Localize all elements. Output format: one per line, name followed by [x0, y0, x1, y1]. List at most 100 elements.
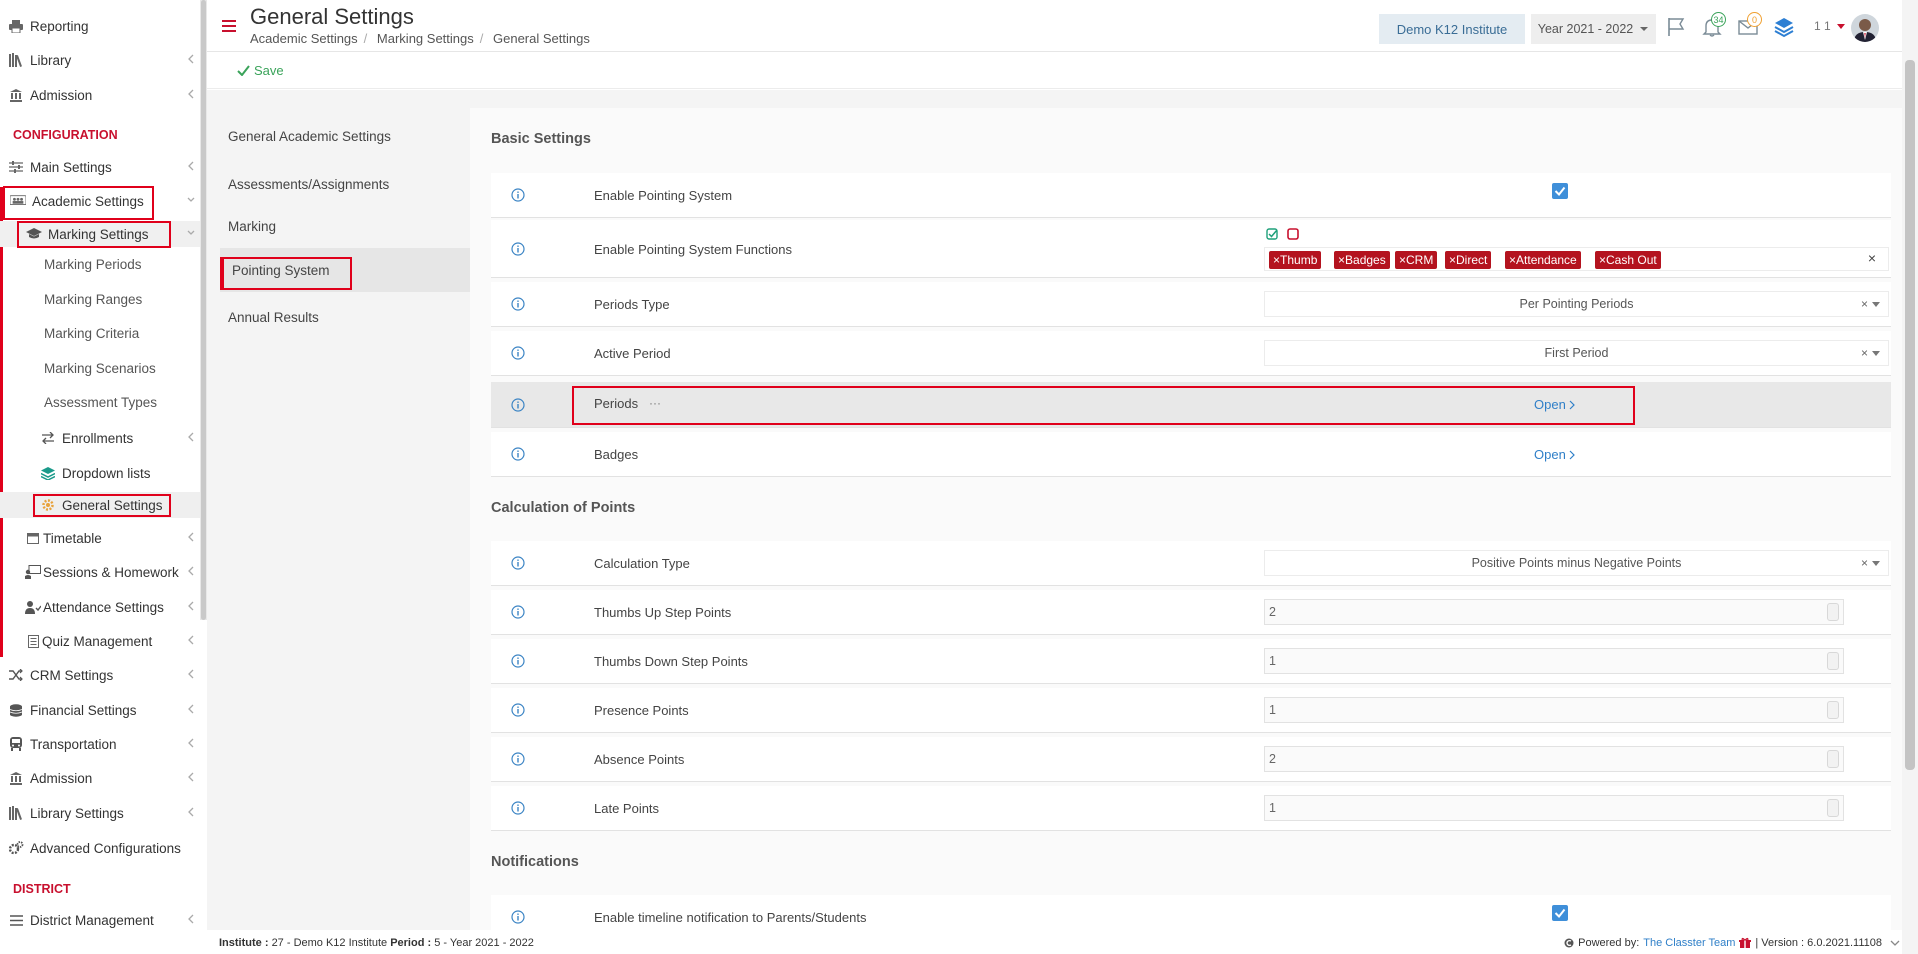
- setting-label: Calculation Type: [594, 556, 690, 571]
- sidebar-item-admission[interactable]: Admission: [0, 82, 200, 108]
- info-icon[interactable]: [511, 605, 525, 619]
- info-icon[interactable]: [511, 188, 525, 202]
- page-scrollbar-thumb[interactable]: [1905, 60, 1915, 770]
- info-icon[interactable]: [511, 297, 525, 311]
- row-active-period: Active Period First Period ×: [491, 331, 1891, 376]
- tag-direct[interactable]: ×Direct: [1445, 251, 1492, 269]
- tab-marking[interactable]: Marking: [220, 204, 470, 248]
- clear-icon[interactable]: ×: [1868, 250, 1876, 266]
- avatar[interactable]: [1851, 14, 1879, 42]
- tag-cash-out[interactable]: ×Cash Out: [1595, 251, 1661, 269]
- open-label: Open: [1534, 447, 1566, 462]
- sidebar-item-district-management[interactable]: District Management: [0, 907, 200, 933]
- clear-icon[interactable]: ×: [1861, 556, 1868, 570]
- tab-general-academic-settings[interactable]: General Academic Settings: [220, 114, 470, 158]
- active-period-select[interactable]: First Period ×: [1264, 340, 1889, 366]
- footer-team-link[interactable]: The Classter Team: [1643, 937, 1735, 949]
- sidebar-item-quiz-management[interactable]: Quiz Management: [0, 628, 200, 654]
- clear-icon[interactable]: ×: [1861, 346, 1868, 360]
- periods-type-select[interactable]: Per Pointing Periods ×: [1264, 291, 1889, 317]
- enable-pointing-checkbox[interactable]: [1552, 183, 1568, 199]
- tag-badges[interactable]: ×Badges: [1334, 251, 1390, 269]
- sidebar-item-financial-settings[interactable]: Financial Settings: [0, 697, 200, 723]
- info-icon[interactable]: [511, 752, 525, 766]
- sidebar-item-timetable[interactable]: Timetable: [0, 525, 200, 551]
- tag-crm[interactable]: ×CRM: [1395, 251, 1438, 269]
- year-selector[interactable]: Year 2021 - 2022: [1531, 14, 1656, 44]
- tag-attendance[interactable]: ×Attendance: [1505, 251, 1581, 269]
- chevron-down-icon[interactable]: [1890, 939, 1900, 947]
- save-button[interactable]: Save: [237, 63, 284, 78]
- calculation-type-select[interactable]: Positive Points minus Negative Points ×: [1264, 550, 1889, 576]
- sidebar-item-crm-settings[interactable]: CRM Settings: [0, 662, 200, 688]
- info-icon[interactable]: [511, 556, 525, 570]
- late-points-input[interactable]: 1: [1264, 795, 1844, 821]
- sidebar-item-reporting[interactable]: Reporting: [0, 13, 200, 39]
- sidebar-item-library[interactable]: Library: [0, 47, 200, 73]
- info-icon[interactable]: [511, 703, 525, 717]
- chevron-left-icon: [188, 89, 194, 99]
- breadcrumb-item[interactable]: Academic Settings: [250, 31, 358, 46]
- info-icon[interactable]: [511, 910, 525, 924]
- functions-multiselect[interactable]: ×Thumb ×Badges ×CRM ×Direct ×Attendance …: [1264, 247, 1889, 271]
- info-icon[interactable]: [511, 447, 525, 461]
- number-spinner[interactable]: [1827, 799, 1839, 817]
- sidebar-sub-assessment-types[interactable]: Assessment Types: [44, 395, 157, 410]
- sidebar-item-dropdown-lists[interactable]: Dropdown lists: [0, 460, 200, 486]
- tag-thumb[interactable]: ×Thumb: [1269, 251, 1322, 269]
- stack-icon[interactable]: [1773, 16, 1795, 38]
- sidebar-item-sessions-homework[interactable]: Sessions & Homework: [0, 559, 200, 585]
- number-spinner[interactable]: [1827, 701, 1839, 719]
- sidebar-item-library-settings[interactable]: Library Settings: [0, 800, 200, 826]
- deselect-all-icon[interactable]: [1287, 228, 1299, 240]
- clear-icon[interactable]: ×: [1861, 297, 1868, 311]
- flag-icon[interactable]: [1665, 16, 1687, 38]
- info-icon[interactable]: [511, 654, 525, 668]
- select-all-icon[interactable]: [1266, 228, 1278, 240]
- tab-annual-results[interactable]: Annual Results: [220, 295, 470, 339]
- presence-points-input[interactable]: 1: [1264, 697, 1844, 723]
- number-spinner[interactable]: [1827, 603, 1839, 621]
- sidebar-item-transportation[interactable]: Transportation: [0, 731, 200, 757]
- info-icon[interactable]: [511, 398, 525, 412]
- sidebar-item-advanced-configurations[interactable]: Advanced Configurations: [0, 835, 200, 861]
- info-icon[interactable]: [511, 346, 525, 360]
- institute-button[interactable]: Demo K12 Institute: [1379, 14, 1525, 44]
- absence-points-input[interactable]: 2: [1264, 746, 1844, 772]
- hamburger-menu-icon[interactable]: [222, 20, 236, 32]
- thumbs-up-input[interactable]: 2: [1264, 599, 1844, 625]
- sidebar-sub-marking-criteria[interactable]: Marking Criteria: [44, 326, 139, 341]
- sidebar-item-main-settings[interactable]: Main Settings: [0, 154, 200, 180]
- sidebar-item-admission-config[interactable]: Admission: [0, 765, 200, 791]
- chevron-left-icon: [188, 738, 194, 748]
- year-selector-label: Year 2021 - 2022: [1537, 22, 1634, 36]
- sidebar-sub-marking-periods[interactable]: Marking Periods: [44, 257, 142, 272]
- badges-open-link[interactable]: Open: [1534, 447, 1575, 462]
- caret-down-icon[interactable]: [1837, 24, 1845, 30]
- info-icon[interactable]: [511, 242, 525, 256]
- caret-down-icon[interactable]: [1872, 351, 1880, 356]
- page-scrollbar[interactable]: [1902, 0, 1918, 954]
- caret-down-icon[interactable]: [1872, 561, 1880, 566]
- timeline-notification-checkbox[interactable]: [1552, 905, 1568, 921]
- sidebar-scrollbar[interactable]: [200, 0, 207, 620]
- highlight-periods-row: [572, 386, 1635, 425]
- number-spinner[interactable]: [1827, 652, 1839, 670]
- chevron-down-icon: [187, 230, 195, 235]
- tab-assessments-assignments[interactable]: Assessments/Assignments: [220, 162, 470, 206]
- sidebar-item-enrollments[interactable]: Enrollments: [0, 425, 200, 451]
- setting-label: Presence Points: [594, 703, 689, 718]
- classter-logo-icon: [1564, 938, 1574, 948]
- sidebar-sub-marking-ranges[interactable]: Marking Ranges: [44, 292, 142, 307]
- breadcrumb-item[interactable]: Marking Settings: [377, 31, 474, 46]
- thumbs-down-input[interactable]: 1: [1264, 648, 1844, 674]
- sidebar-sub-marking-scenarios[interactable]: Marking Scenarios: [44, 361, 156, 376]
- sidebar-item-attendance-settings[interactable]: Attendance Settings: [0, 594, 200, 620]
- sidebar-scrollbar-thumb[interactable]: [201, 0, 206, 620]
- number-spinner[interactable]: [1827, 750, 1839, 768]
- caret-down-icon[interactable]: [1872, 302, 1880, 307]
- user-number[interactable]: 1 1: [1814, 19, 1831, 33]
- row-periods-type: Periods Type Per Pointing Periods ×: [491, 282, 1891, 327]
- books-icon: [8, 52, 24, 68]
- info-icon[interactable]: [511, 801, 525, 815]
